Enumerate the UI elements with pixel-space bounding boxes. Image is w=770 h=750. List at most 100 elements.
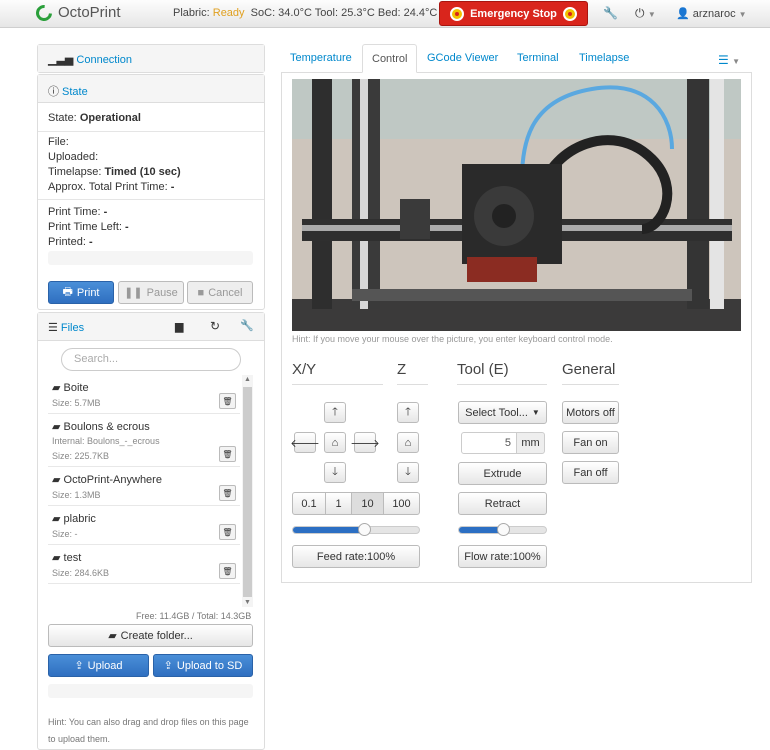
create-folder-button[interactable]: ▰ Create folder... — [48, 624, 253, 647]
brand[interactable]: OctoPrint — [32, 1, 121, 24]
scrollbar-thumb[interactable] — [243, 387, 252, 597]
temperatures: SoC: 34.0°C Tool: 25.3°C Bed: 24.4°C — [250, 7, 438, 19]
motors-off-button[interactable]: Motors off — [562, 401, 619, 424]
trash-icon[interactable]: 🗑 — [219, 485, 236, 501]
flow-rate-handle[interactable] — [496, 523, 510, 536]
list-item[interactable]: ▰ Boite Size: 5.7MB 🗑 — [48, 375, 240, 414]
power-menu[interactable]: ⏻ ▼ — [635, 6, 656, 21]
tool-title: Tool (E) — [457, 361, 547, 385]
folder-icon: ▰ — [52, 421, 61, 433]
wrench-icon[interactable]: 🔧 — [240, 319, 254, 332]
connection-panel: ▁▃▅ Connection — [37, 44, 265, 73]
power-icon: ⏻ — [635, 6, 645, 20]
step-1-button[interactable]: 1 — [325, 492, 352, 515]
emergency-stop-icon — [450, 6, 465, 21]
divider — [38, 199, 264, 200]
step-10-button[interactable]: 10 — [351, 492, 384, 515]
main-tabs: Temperature Control GCode Viewer Termina… — [281, 44, 752, 73]
webcam-stream[interactable] — [292, 79, 741, 331]
jog-y-plus-button[interactable]: 🡑 — [324, 402, 346, 423]
trash-icon[interactable]: 🗑 — [219, 563, 236, 579]
extrude-button[interactable]: Extrude — [458, 462, 547, 485]
refresh-icon[interactable]: ↻ — [210, 319, 220, 333]
tab-gcode-viewer[interactable]: GCode Viewer — [418, 44, 507, 73]
feed-rate-handle[interactable] — [357, 523, 371, 536]
home-xy-button[interactable]: ⌂ — [324, 432, 346, 453]
pause-button[interactable]: ❚❚ Pause — [118, 281, 184, 304]
printer-name: Plabric: — [173, 7, 210, 19]
connection-header[interactable]: ▁▃▅ Connection — [38, 45, 264, 72]
upload-sd-button[interactable]: ⇪ Upload to SD — [153, 654, 253, 677]
emergency-stop-button[interactable]: Emergency Stop — [439, 1, 588, 26]
tabs-menu[interactable]: ☰ ▼ — [718, 53, 740, 67]
tab-terminal[interactable]: Terminal — [508, 44, 568, 73]
upload-button[interactable]: ⇪ Upload — [48, 654, 149, 677]
feed-rate-button[interactable]: Feed rate:100% — [292, 545, 420, 568]
emergency-stop-label: Emergency Stop — [470, 7, 557, 20]
state-header[interactable]: ⓘ State — [38, 75, 264, 103]
print-time-line: Print Time: - — [48, 206, 108, 218]
stop-icon: ■ — [197, 286, 205, 299]
timelapse-line: Timelapse: Timed (10 sec) — [48, 166, 181, 178]
file-search-input[interactable]: Search... — [61, 348, 241, 371]
info-icon: ⓘ — [48, 86, 59, 98]
trash-icon[interactable]: 🗑 — [219, 524, 236, 540]
time-left-value: - — [125, 221, 129, 233]
signal-icon: ▁▃▅ — [48, 54, 74, 66]
user-name: arznaroc — [692, 8, 736, 20]
extrude-amount-input[interactable]: 5 — [461, 432, 517, 454]
tab-timelapse[interactable]: Timelapse — [570, 44, 638, 73]
scroll-down-icon[interactable]: ▼ — [244, 599, 251, 606]
feed-rate-slider[interactable] — [292, 523, 420, 536]
scroll-up-icon[interactable]: ▲ — [244, 376, 251, 383]
user-menu[interactable]: 👤 arznaroc ▼ — [676, 7, 747, 20]
list-item[interactable]: ▰ plabric Size: - 🗑 — [48, 506, 240, 545]
flow-rate-slider[interactable] — [458, 523, 547, 536]
arrow-up-icon: 🡑 — [405, 406, 411, 418]
wrench-icon[interactable]: 🔧 — [603, 6, 618, 20]
trash-icon[interactable]: 🗑 — [219, 446, 236, 462]
list-item[interactable]: ▰ Boulons & ecrous Internal: Boulons_-_e… — [48, 414, 240, 467]
print-time-value: - — [103, 206, 108, 218]
jog-x-plus-button[interactable]: 🡒 — [350, 432, 380, 453]
brand-name: OctoPrint — [58, 4, 121, 21]
flow-rate-button[interactable]: Flow rate:100% — [458, 545, 547, 568]
file-icon[interactable]: ▆ — [175, 320, 183, 333]
list-item[interactable]: ▰ OctoPrint-Anywhere Size: 1.3MB 🗑 — [48, 467, 240, 506]
arrow-right-icon: 🡒 — [350, 437, 380, 450]
chevron-down-icon: ▼ — [647, 10, 656, 19]
fan-on-button[interactable]: Fan on — [562, 431, 619, 454]
webcam-hint: Hint: If you move your mouse over the pi… — [292, 334, 613, 344]
jog-z-plus-button[interactable]: 🡑 — [397, 402, 419, 423]
extrude-unit: mm — [516, 432, 545, 454]
list-item[interactable]: ▰ test Size: 284.6KB 🗑 — [48, 545, 240, 584]
jog-y-minus-button[interactable]: 🡓 — [324, 462, 346, 483]
cancel-button[interactable]: ■ Cancel — [187, 281, 253, 304]
jog-z-minus-button[interactable]: 🡓 — [397, 462, 419, 483]
step-100-button[interactable]: 100 — [383, 492, 420, 515]
tab-temperature[interactable]: Temperature — [281, 44, 361, 73]
fan-off-button[interactable]: Fan off — [562, 461, 619, 484]
file-list-scrollbar[interactable]: ▲ ▼ — [242, 375, 253, 607]
trash-icon[interactable]: 🗑 — [219, 393, 236, 409]
step-0.1-button[interactable]: 0.1 — [292, 492, 326, 515]
list-icon: ☰ — [48, 322, 58, 334]
upload-hint-line1: Hint: You can also drag and drop files o… — [48, 717, 249, 727]
jog-x-minus-button[interactable]: 🡐 — [290, 432, 320, 453]
emergency-stop-icon-right — [562, 6, 577, 21]
print-button[interactable]: 🖶 Print — [48, 281, 114, 304]
uploaded-line: Uploaded: — [48, 151, 99, 163]
select-tool-dropdown[interactable]: Select Tool... ▼ — [458, 401, 547, 424]
time-left-line: Print Time Left: - — [48, 221, 129, 233]
retract-button[interactable]: Retract — [458, 492, 547, 515]
tab-control[interactable]: Control — [362, 44, 418, 73]
files-title[interactable]: Files — [61, 322, 84, 334]
state-line: State: Operational — [48, 112, 141, 124]
chevron-down-icon: ▼ — [738, 10, 747, 19]
total-time-line: Approx. Total Print Time: - — [48, 181, 175, 193]
upload-hint-line2: to upload them. — [48, 734, 111, 744]
state-value: Operational — [79, 112, 141, 124]
arrow-down-icon: 🡓 — [332, 466, 338, 478]
home-z-button[interactable]: ⌂ — [397, 432, 419, 453]
printed-value: - — [88, 236, 93, 248]
